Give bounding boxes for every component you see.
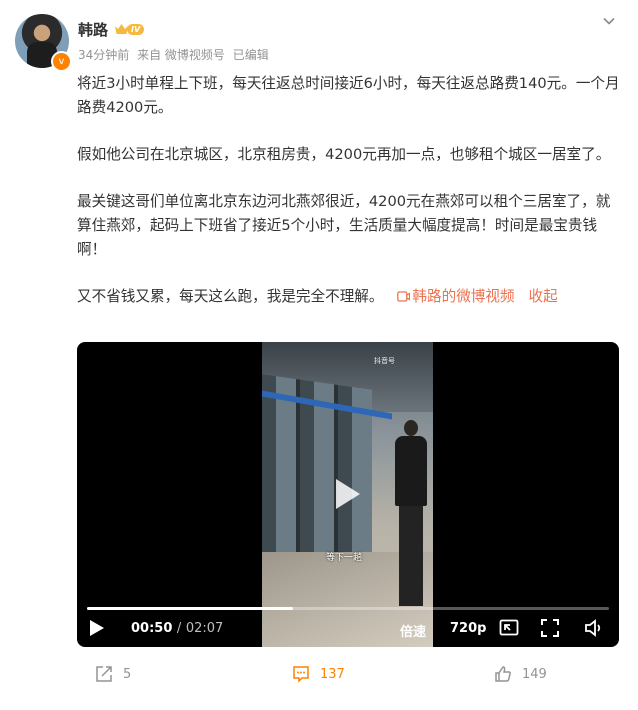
paragraph: 最关键这哥们单位离北京东边河北燕郊很近，4200元在燕郊可以租个三居室了，就算住… bbox=[77, 193, 611, 258]
post-meta: 34分钟前 来自 微博视频号 已编辑 bbox=[78, 46, 273, 63]
repost-count: 5 bbox=[123, 666, 132, 682]
progress-bar[interactable] bbox=[87, 607, 609, 610]
chevron-down-icon[interactable] bbox=[602, 14, 616, 28]
paragraph-last: 又不省钱又累，每天这么跑，我是完全不理解。 韩路的微博视频 收起 bbox=[77, 285, 622, 309]
fullscreen-icon[interactable] bbox=[540, 618, 560, 638]
total-time: 02:07 bbox=[185, 621, 224, 636]
post-time[interactable]: 34分钟前 bbox=[78, 48, 129, 62]
verified-badge-icon: v bbox=[51, 51, 72, 72]
post-edited[interactable]: 已编辑 bbox=[233, 48, 269, 62]
time-separator: / bbox=[176, 621, 182, 636]
pip-icon[interactable] bbox=[499, 618, 519, 638]
volume-icon[interactable] bbox=[584, 618, 604, 638]
paragraph-last-text: 又不省钱又累，每天这么跑，我是完全不理解。 bbox=[77, 288, 384, 305]
repost-icon bbox=[96, 666, 112, 682]
video-link-label: 韩路的微博视频 bbox=[412, 288, 515, 305]
video-caption: 等下一趟 bbox=[326, 553, 363, 563]
person bbox=[390, 420, 428, 610]
post-text: 将近3小时单程上下班，每天往返总时间接近6小时，每天往返总路费140元。一个月路… bbox=[77, 72, 622, 309]
repost-button[interactable]: 5 bbox=[95, 665, 131, 683]
vip-level: IV bbox=[127, 23, 145, 35]
video-player[interactable]: 抖音号 等下一趟 00:50 / 02:07 倍速 720p bbox=[77, 342, 619, 647]
quality-button[interactable]: 720p bbox=[450, 621, 486, 636]
center-play-icon[interactable] bbox=[328, 476, 364, 512]
like-icon bbox=[495, 666, 511, 682]
action-bar: 5 137 149 bbox=[0, 660, 638, 690]
paragraph: 将近3小时单程上下班，每天往返总时间接近6小时，每天往返总路费140元。一个月路… bbox=[77, 75, 620, 116]
video-link-icon bbox=[397, 291, 411, 302]
speed-button[interactable]: 倍速 bbox=[400, 621, 426, 640]
comment-count: 137 bbox=[320, 666, 345, 682]
post-source[interactable]: 来自 微博视频号 bbox=[137, 48, 225, 62]
time-display: 00:50 / 02:07 bbox=[131, 621, 223, 636]
vip-badge[interactable]: IV bbox=[114, 22, 150, 36]
progress-fill bbox=[87, 607, 293, 610]
current-time: 00:50 bbox=[131, 621, 173, 636]
username[interactable]: 韩路 bbox=[78, 19, 108, 40]
comment-button[interactable]: 137 bbox=[292, 665, 345, 683]
comment-icon bbox=[293, 666, 309, 683]
like-button[interactable]: 149 bbox=[494, 665, 547, 683]
play-icon[interactable] bbox=[88, 619, 106, 637]
video-watermark: 抖音号 bbox=[374, 357, 395, 365]
like-count: 149 bbox=[522, 666, 547, 682]
collapse-link[interactable]: 收起 bbox=[529, 288, 558, 305]
paragraph: 假如他公司在北京城区，北京租房贵，4200元再加一点，也够租个城区一居室了。 bbox=[77, 146, 611, 163]
video-link[interactable]: 韩路的微博视频 bbox=[397, 288, 519, 305]
